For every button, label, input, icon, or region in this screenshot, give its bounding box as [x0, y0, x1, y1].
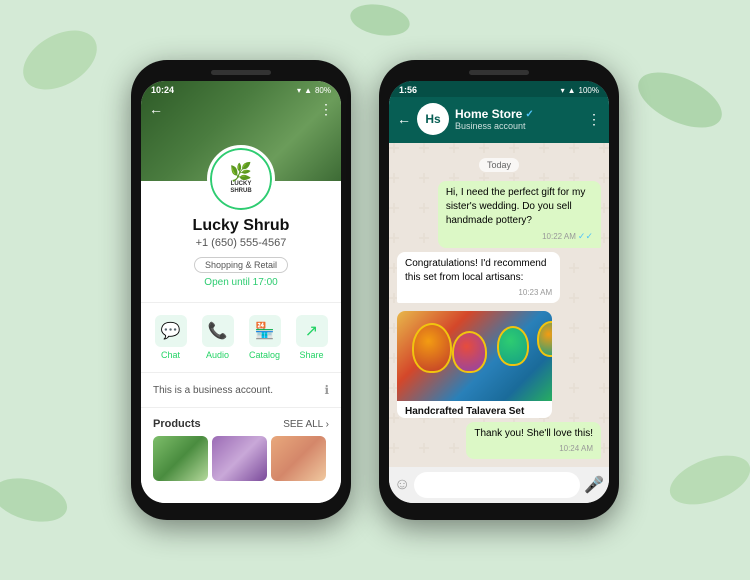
chat-header-info: Home Store ✓ Business account — [455, 107, 581, 131]
pottery-4 — [537, 321, 552, 357]
incoming-message-1-text: Congratulations! I'd recommend this set … — [405, 258, 546, 283]
incoming-message-1-time: 10:23 AM — [405, 287, 552, 298]
date-badge-text: Today — [479, 158, 519, 172]
chat-action-icon: 💬 — [155, 315, 187, 347]
right-status-icons: ▾ ▲ 100% — [561, 86, 599, 95]
business-name: Lucky Shrub — [141, 217, 341, 235]
signal-icon: ▲ — [304, 86, 312, 95]
share-action-btn[interactable]: ↗ Share — [296, 315, 328, 360]
pottery-3 — [497, 326, 529, 366]
product-card[interactable]: Handcrafted Talavera Set An authentic, 3… — [397, 311, 552, 418]
r-wifi-icon: ▾ — [561, 86, 565, 95]
plant-icon: 🌿 — [230, 163, 252, 181]
product-card-title: Handcrafted Talavera Set — [405, 406, 544, 417]
business-category: Shopping & Retail — [141, 255, 341, 273]
left-status-bar: 10:24 ▾ ▲ 80% — [141, 81, 341, 99]
battery-label: 80% — [315, 86, 331, 95]
emoji-icon[interactable]: ☺ — [394, 476, 410, 494]
pottery-decoration — [397, 311, 552, 401]
r-battery-label: 100% — [579, 86, 599, 95]
back-arrow-icon[interactable]: ← — [149, 101, 163, 117]
share-action-label: Share — [299, 350, 323, 360]
audio-action-btn[interactable]: 📞 Audio — [202, 315, 234, 360]
chat-back-icon[interactable]: ← — [397, 111, 411, 127]
catalog-action-label: Catalog — [249, 350, 280, 360]
product-thumb-1[interactable] — [153, 436, 208, 481]
outgoing-message-1-time: 10:22 AM ✓✓ — [446, 230, 593, 243]
left-phone: 10:24 ▾ ▲ 80% ← ⋮ 🌿 LUCKYSHRU — [131, 60, 351, 520]
product-thumb-3[interactable] — [271, 436, 326, 481]
outgoing-message-2: Thank you! She'll love this! 10:24 AM — [466, 422, 601, 459]
chat-header-sub: Business account — [455, 121, 581, 131]
audio-action-icon: 📞 — [202, 315, 234, 347]
left-status-icons: ▾ ▲ 80% — [297, 86, 331, 95]
profile-header-bg: 10:24 ▾ ▲ 80% ← ⋮ 🌿 LUCKYSHRU — [141, 81, 341, 181]
chat-input-bar: ☺ 🎤 — [389, 467, 609, 503]
divider-2 — [141, 372, 341, 373]
products-section: Products SEE ALL › — [141, 412, 341, 487]
right-phone-screen: 1:56 ▾ ▲ 100% ← Hs Home Store — [389, 81, 609, 503]
verified-icon: ✓ — [525, 109, 533, 120]
divider-3 — [141, 407, 341, 408]
outgoing-message-2-time: 10:24 AM — [474, 443, 593, 454]
business-phone: +1 (650) 555-4567 — [141, 237, 341, 249]
products-header: Products SEE ALL › — [153, 418, 329, 430]
catalog-action-btn[interactable]: 🏪 Catalog — [249, 315, 281, 360]
r-signal-icon: ▲ — [568, 86, 576, 95]
wifi-icon: ▾ — [297, 86, 301, 95]
profile-circle: 🌿 LUCKYSHRUB — [207, 145, 275, 213]
chat-more-icon[interactable]: ⋮ — [587, 111, 601, 128]
chat-header-row: ← Hs Home Store ✓ Business account ⋮ — [389, 97, 609, 143]
outgoing-message-2-text: Thank you! She'll love this! — [474, 428, 593, 439]
mic-icon[interactable]: 🎤 — [584, 475, 604, 495]
products-title: Products — [153, 418, 201, 430]
right-time: 1:56 — [399, 85, 417, 95]
logo-text: LUCKYSHRUB — [230, 181, 251, 195]
see-all-link[interactable]: SEE ALL › — [283, 419, 329, 430]
right-status-bar: 1:56 ▾ ▲ 100% — [389, 81, 609, 97]
left-body: Lucky Shrub +1 (650) 555-4567 Shopping &… — [141, 181, 341, 503]
divider-1 — [141, 302, 341, 303]
left-phone-screen: 10:24 ▾ ▲ 80% ← ⋮ 🌿 LUCKYSHRU — [141, 81, 341, 503]
chat-header-name: Home Store ✓ — [455, 107, 581, 121]
product-card-image — [397, 311, 552, 401]
chat-input-field[interactable] — [414, 472, 580, 498]
right-phone: 1:56 ▾ ▲ 100% ← Hs Home Store — [379, 60, 619, 520]
chat-body: Today Hi, I need the perfect gift for my… — [389, 143, 609, 467]
product-card-info: Handcrafted Talavera Set An authentic, 3… — [397, 401, 552, 418]
business-logo: 🌿 LUCKYSHRUB — [210, 148, 272, 210]
left-phone-speaker — [211, 70, 271, 75]
incoming-message-1: Congratulations! I'd recommend this set … — [397, 252, 560, 303]
profile-circle-wrap: 🌿 LUCKYSHRUB — [207, 145, 275, 213]
chat-business-name: Home Store — [455, 107, 522, 121]
chat-action-label: Chat — [161, 350, 180, 360]
read-receipt-icon: ✓✓ — [578, 230, 593, 243]
share-action-icon: ↗ — [296, 315, 328, 347]
business-note: This is a business account. ℹ — [141, 377, 341, 403]
business-note-text: This is a business account. — [153, 385, 273, 396]
chat-action-btn[interactable]: 💬 Chat — [155, 315, 187, 360]
info-icon[interactable]: ℹ — [324, 383, 329, 397]
pottery-1 — [412, 323, 452, 373]
business-hours: Open until 17:00 — [141, 277, 341, 288]
outgoing-message-1-text: Hi, I need the perfect gift for my siste… — [446, 187, 586, 226]
action-buttons: 💬 Chat 📞 Audio 🏪 Catalog ↗ — [141, 307, 341, 368]
outgoing-message-1: Hi, I need the perfect gift for my siste… — [438, 181, 601, 248]
catalog-action-icon: 🏪 — [249, 315, 281, 347]
right-phone-speaker — [469, 70, 529, 75]
chat-avatar: Hs — [417, 103, 449, 135]
more-options-icon[interactable]: ⋮ — [319, 101, 333, 118]
chat-header: 1:56 ▾ ▲ 100% ← Hs Home Store — [389, 81, 609, 143]
product-thumbs — [153, 436, 329, 481]
date-badge: Today — [397, 155, 601, 173]
audio-action-label: Audio — [206, 350, 229, 360]
left-time: 10:24 — [151, 85, 174, 95]
product-thumb-2[interactable] — [212, 436, 267, 481]
category-badge: Shopping & Retail — [194, 257, 288, 273]
pottery-2 — [452, 331, 487, 373]
